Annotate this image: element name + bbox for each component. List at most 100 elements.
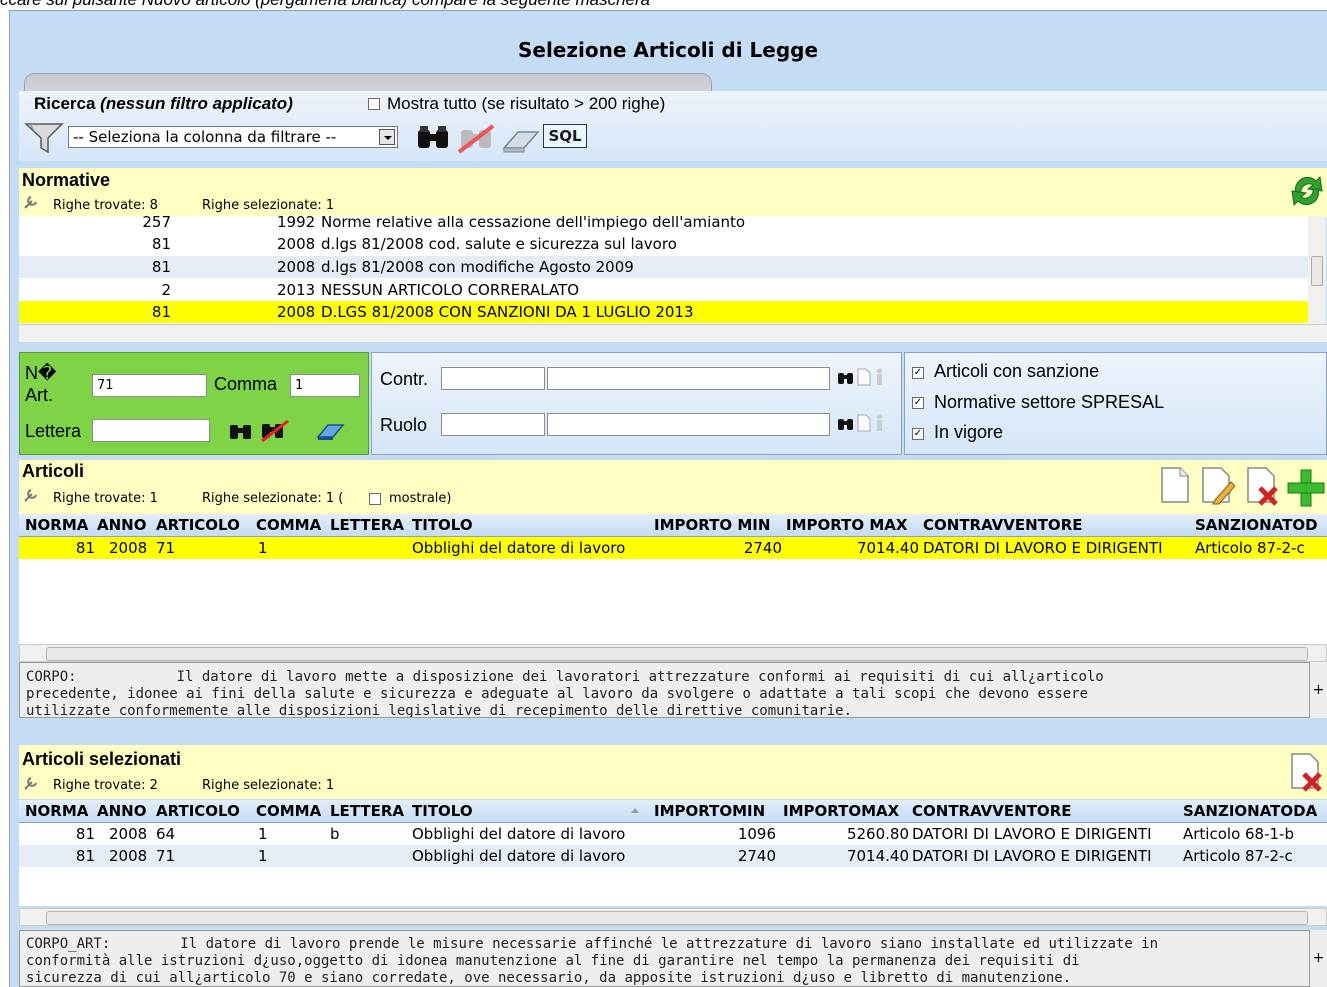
list-item[interactable]: 2 2013 NESSUN ARTICOLO CORRERALATO [19,279,1308,301]
corpo-art-textarea[interactable]: CORPO_ART: Il datore di lavoro prende le … [19,930,1310,987]
normative-title: Normative [22,170,111,190]
sql-button[interactable]: SQL [543,124,587,148]
normativa-description: d.lgs 81/2008 cod. salute e sicurezza su… [321,235,677,253]
column-header[interactable]: COMMA [256,514,321,536]
show-selected-checkbox[interactable] [369,493,381,505]
column-header[interactable]: COMMA [256,800,321,822]
search-label: Ricerca [34,94,96,113]
list-item[interactable]: 81 2008 d.lgs 81/2008 con modifiche Agos… [19,256,1308,278]
funnel-icon[interactable] [24,121,66,155]
column-header[interactable]: TITOLO [412,514,473,536]
column-header[interactable]: ARTICOLO [156,514,240,536]
delete-document-icon[interactable] [1290,752,1324,794]
table-row-selected[interactable]: 81 2008 71 1 Obblighi del datore di lavo… [19,537,1327,559]
normativa-number: 2 [161,281,171,299]
column-header[interactable]: IMPORTOMAX [783,800,899,822]
refresh-icon[interactable] [1288,171,1326,211]
eraser-icon[interactable] [500,128,542,154]
filter-column-select[interactable]: -- Seleziona la colonna da filtrare -- [68,126,398,148]
binoculars-icon[interactable] [414,124,454,152]
lettera-label: Lettera [25,421,82,441]
info-icon[interactable] [873,414,887,432]
new-document-icon[interactable] [1160,466,1190,504]
contr-code-input[interactable] [441,367,545,390]
num-art-input[interactable]: 71 [92,374,207,397]
checkbox-articoli-sanzione[interactable]: ✓ [912,367,924,379]
wrench-icon [24,777,37,790]
list-item[interactable]: 81 2008 d.lgs 81/2008 cod. salute e sicu… [19,233,1308,255]
column-header[interactable]: NORMA [25,514,88,536]
checkbox-label: Normative settore SPRESAL [934,392,1165,412]
clear-search-icon[interactable] [457,124,497,154]
eraser-icon[interactable] [316,422,346,442]
contr-description-input[interactable] [547,367,830,390]
column-header[interactable]: CONTRAVVENTORE [912,800,1072,822]
articoli-horizontal-scrollbar[interactable] [19,644,1327,662]
show-selected-label: mostrale) [389,491,452,506]
expand-corpo-button[interactable]: + [1310,662,1327,718]
normativa-description: D.LGS 81/2008 CON SANZIONI DA 1 LUGLIO 2… [321,303,694,321]
cell-articolo: 71 [156,539,176,557]
table-row-selected[interactable]: 81 2008 71 1 Obblighi del datore di lavo… [19,845,1327,867]
cell-contravventore: DATORI DI LAVORO E DIRIGENTI [912,825,1152,843]
cell-articolo: 64 [156,825,176,843]
comma-label: Comma [214,374,278,394]
column-header[interactable]: ANNO [97,514,146,536]
filter-column-value: -- Seleziona la colonna da filtrare -- [73,128,337,146]
binoculars-icon[interactable] [837,370,855,386]
window-title: Selezione Articoli di Legge [517,38,819,62]
cell-sanzionatoda: Articolo 87-2-c [1183,847,1293,865]
selezionati-horizontal-scrollbar[interactable] [19,908,1327,926]
show-all-checkbox[interactable] [368,98,380,110]
list-item-selected[interactable]: 81 2008 D.LGS 81/2008 CON SANZIONI DA 1 … [19,301,1308,323]
normativa-description: d.lgs 81/2008 con modifiche Agosto 2009 [321,258,634,276]
delete-document-icon[interactable] [1246,466,1280,506]
list-item[interactable]: 257 1992 Norme relative alla cessazione … [19,216,1308,233]
info-icon[interactable] [873,368,887,386]
corpo-label: CORPO_ART: [26,936,111,952]
ruolo-description-input[interactable] [547,413,830,436]
expand-corpo-button[interactable]: + [1310,930,1327,987]
column-header[interactable]: CONTRAVVENTORE [923,514,1083,536]
selezionati-title: Articoli selezionati [22,749,182,769]
cell-importo-max: 7014.40 [856,539,919,557]
lettera-input[interactable] [92,419,210,442]
column-header[interactable]: ARTICOLO [156,800,240,822]
column-header[interactable]: ANNO [97,800,146,822]
column-header[interactable]: IMPORTO MAX [786,514,907,536]
normative-vertical-scrollbar[interactable] [1308,216,1326,324]
sort-ascending-icon [631,808,639,813]
add-icon[interactable] [1286,468,1326,508]
normative-horizontal-scrollbar[interactable] [19,324,1327,342]
checkbox-label: Articoli con sanzione [934,361,1100,381]
corpo-text: Il datore di lavoro prende le misure nec… [180,936,1159,952]
chevron-down-icon [379,129,395,145]
edit-document-icon[interactable] [1201,466,1235,506]
cell-norma: 81 [75,847,95,865]
column-header[interactable]: IMPORTOMIN [654,800,765,822]
binoculars-icon[interactable] [228,420,254,442]
binoculars-icon[interactable] [837,416,855,432]
cell-importo-max: 7014.40 [846,847,909,865]
column-header[interactable]: SANZIONATOD [1195,514,1318,536]
column-header[interactable]: IMPORTO MIN [654,514,770,536]
comma-input[interactable]: 1 [290,374,360,397]
cell-sanzionatod: Articolo 87-2-c [1195,539,1305,557]
new-document-icon[interactable] [857,414,871,432]
column-header[interactable]: SANZIONATODA [1183,800,1317,822]
cell-sanzionatoda: Articolo 68-1-b [1183,825,1294,843]
ruolo-code-input[interactable] [441,413,545,436]
column-header[interactable]: LETTERA [330,514,404,536]
normativa-number: 81 [151,235,171,253]
column-header[interactable]: TITOLO [412,800,473,822]
column-header[interactable]: NORMA [25,800,88,822]
corpo-textarea[interactable]: CORPO: Il datore di lavoro mette a dispos… [19,662,1310,718]
corpo-label: CORPO: [26,669,77,685]
column-header[interactable]: LETTERA [330,800,404,822]
clear-search-icon[interactable] [260,419,290,443]
new-document-icon[interactable] [857,368,871,386]
cell-articolo: 71 [156,847,176,865]
checkbox-in-vigore[interactable]: ✓ [912,428,924,440]
checkbox-normative-spresal[interactable]: ✓ [912,397,924,409]
table-row[interactable]: 81 2008 64 1 b Obblighi del datore di la… [19,823,1327,845]
